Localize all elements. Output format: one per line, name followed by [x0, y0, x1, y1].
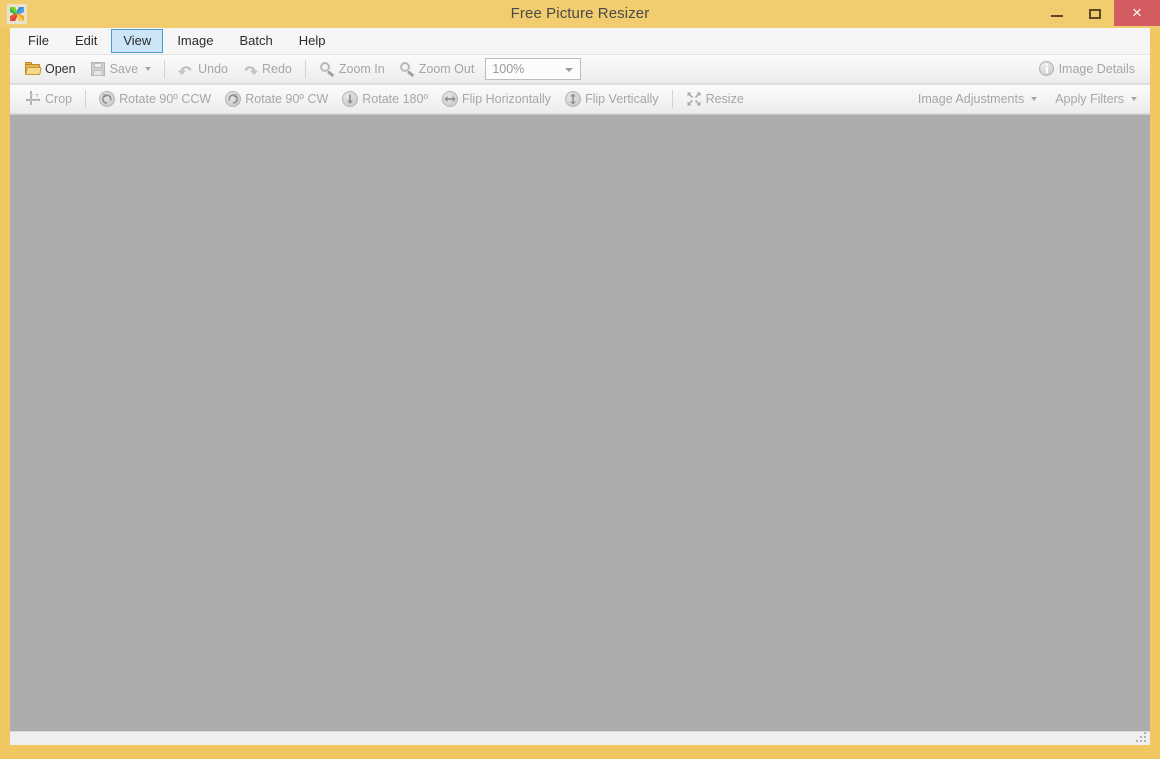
redo-arrow-icon	[242, 61, 258, 77]
toolbar-separator	[85, 90, 87, 108]
rotate-clockwise-icon	[225, 91, 242, 107]
apply-filters-label: Apply Filters	[1055, 92, 1124, 106]
close-icon: ×	[1132, 3, 1142, 22]
rotate-ccw-button-label: Rotate 90º CCW	[119, 92, 212, 106]
window-title: Free Picture Resizer	[510, 5, 650, 22]
redo-button[interactable]: Redo	[235, 58, 299, 80]
title-bar: Free Picture Resizer ×	[0, 0, 1160, 28]
flip-horizontal-button[interactable]: Flip Horizontally	[435, 88, 558, 110]
status-bar	[10, 731, 1150, 745]
crop-icon	[25, 91, 41, 107]
zoom-level-value: 100%	[492, 62, 525, 76]
image-adjustments-label: Image Adjustments	[917, 92, 1025, 106]
open-button-label: Open	[45, 62, 76, 76]
maximize-button[interactable]	[1076, 0, 1114, 26]
menu-item-file[interactable]: File	[16, 29, 61, 53]
undo-button[interactable]: Undo	[171, 58, 235, 80]
toolbar-secondary: Crop Rotate 90º CCW Rotate 90º CW Rotate…	[10, 84, 1150, 114]
close-button[interactable]: ×	[1114, 0, 1160, 26]
image-canvas[interactable]	[10, 114, 1150, 731]
menu-item-help[interactable]: Help	[287, 29, 338, 53]
menu-item-edit[interactable]: Edit	[63, 29, 109, 53]
zoom-in-button[interactable]: Zoom In	[312, 58, 392, 80]
rotate-ccw-button[interactable]: Rotate 90º CCW	[92, 88, 218, 110]
crop-button-label: Crop	[45, 92, 73, 106]
chevron-down-icon[interactable]	[1031, 97, 1038, 101]
zoom-out-button-label: Zoom Out	[418, 62, 475, 76]
save-button[interactable]: Save	[83, 58, 159, 80]
resize-grip[interactable]	[1136, 732, 1147, 743]
image-details-button-label: Image Details	[1058, 62, 1135, 76]
folder-open-icon	[25, 61, 42, 77]
maximize-icon	[1089, 9, 1101, 19]
zoom-in-button-label: Zoom In	[338, 62, 385, 76]
open-button[interactable]: Open	[18, 58, 83, 80]
flip-horizontal-button-label: Flip Horizontally	[462, 92, 551, 106]
minimize-icon	[1051, 15, 1063, 17]
magnifier-zoom-out-icon	[399, 61, 415, 78]
client-area: File Edit View Image Batch Help Open Sav…	[10, 28, 1150, 745]
menu-item-view[interactable]: View	[111, 29, 164, 53]
toolbar-separator	[304, 60, 306, 78]
floppy-disk-icon	[90, 61, 106, 77]
zoom-out-button[interactable]: Zoom Out	[392, 58, 482, 80]
minimize-button[interactable]	[1038, 0, 1076, 26]
menu-item-batch[interactable]: Batch	[227, 29, 284, 53]
image-adjustments-button[interactable]: Image Adjustments	[907, 88, 1044, 110]
magnifier-zoom-in-icon	[319, 61, 335, 78]
flip-vertical-button-label: Flip Vertically	[584, 92, 659, 106]
toolbar-separator	[671, 90, 673, 108]
flip-horizontal-icon	[442, 91, 459, 107]
info-icon	[1038, 61, 1055, 77]
zoom-level-combobox[interactable]: 100%	[485, 58, 582, 80]
chevron-down-icon[interactable]	[565, 68, 574, 72]
chevron-down-icon[interactable]	[1131, 97, 1137, 101]
resize-arrows-icon	[686, 91, 702, 107]
image-details-button[interactable]: Image Details	[1032, 58, 1142, 80]
window-controls: ×	[1038, 0, 1160, 28]
menu-item-image[interactable]: Image	[165, 29, 225, 53]
rotate-180-button-label: Rotate 180º	[362, 92, 429, 106]
rotate-cw-button-label: Rotate 90º CW	[245, 92, 329, 106]
crop-button[interactable]: Crop	[18, 88, 79, 110]
undo-arrow-icon	[178, 61, 194, 77]
toolbar-separator	[164, 60, 166, 78]
save-button-label: Save	[109, 62, 139, 76]
undo-button-label: Undo	[198, 62, 228, 76]
rotate-180-button[interactable]: Rotate 180º	[335, 88, 435, 110]
resize-button[interactable]: Resize	[679, 88, 751, 110]
rotate-180-icon	[342, 91, 359, 107]
application-window: Free Picture Resizer × File Edit View Im…	[0, 0, 1160, 759]
apply-filters-button[interactable]: Apply Filters	[1044, 88, 1144, 110]
toolbar-primary: Open Save Undo Redo Zoom In Zoom Out 100…	[10, 54, 1150, 84]
chevron-down-icon[interactable]	[145, 67, 152, 71]
flip-vertical-icon	[564, 91, 581, 107]
flip-vertical-button[interactable]: Flip Vertically	[558, 88, 666, 110]
rotate-cw-button[interactable]: Rotate 90º CW	[218, 88, 335, 110]
redo-button-label: Redo	[261, 62, 292, 76]
rotate-counterclockwise-icon	[99, 91, 116, 107]
menu-bar: File Edit View Image Batch Help	[10, 28, 1150, 54]
resize-button-label: Resize	[705, 92, 744, 106]
